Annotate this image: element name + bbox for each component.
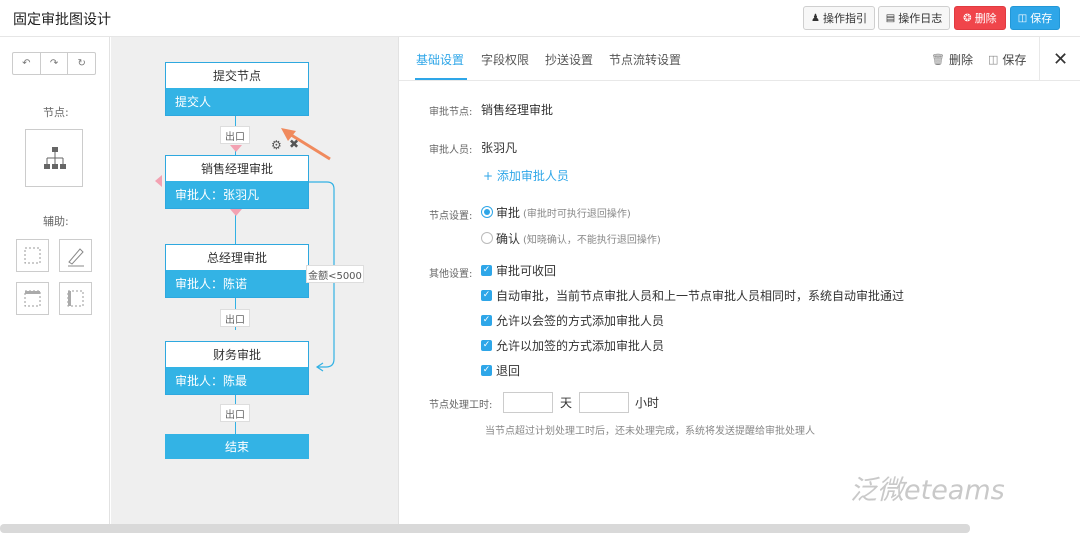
pen-icon: [68, 248, 84, 267]
delete-button[interactable]: ❂ 删除: [954, 6, 1006, 30]
hours-unit: 小时: [635, 396, 660, 410]
node-title: 提交节点: [166, 63, 308, 88]
lifebuoy-icon: ❂: [963, 12, 972, 24]
option-checkbox[interactable]: ✓: [481, 315, 492, 326]
option-checkbox[interactable]: ✓: [481, 265, 492, 276]
confirm-radio-text: 确认: [496, 232, 521, 246]
sidebar-box-tool[interactable]: [59, 282, 92, 315]
days-input[interactable]: [503, 392, 553, 413]
tab-bar: 基础设置 字段权限 抄送设置 节点流转设置 🗑 删除 ◫ 保存 ✕: [399, 37, 1080, 81]
tool-panel: ↶ ↷ ↻ 节点: 辅助:: [0, 37, 110, 533]
condition-label[interactable]: 金额<5000: [306, 265, 364, 283]
horizontal-scrollbar[interactable]: [0, 524, 970, 533]
tab-flow-transfer[interactable]: 节点流转设置: [609, 51, 681, 68]
confirm-radio-hint: (知晓确认，不能执行退回操作): [523, 235, 661, 246]
option-label: 允许以加签的方式添加审批人员: [496, 339, 665, 353]
node-body: 审批人：陈最: [166, 367, 308, 394]
user-icon: ♟: [811, 12, 820, 24]
log-button[interactable]: ▤ 操作日志: [878, 6, 950, 30]
guide-button[interactable]: ♟ 操作指引: [803, 6, 875, 30]
node-body: 提交人: [166, 88, 308, 115]
approve-radio-hint: (审批时可执行退回操作): [523, 209, 631, 220]
node-body: 审批人：陈诺: [166, 270, 308, 297]
flow-node-finance[interactable]: 财务审批 审批人：陈最: [165, 341, 309, 395]
flow-node-general-manager[interactable]: 总经理审批 审批人：陈诺: [165, 244, 309, 298]
save-icon: ◫: [988, 53, 999, 66]
top-header: 固定审批图设计 ♟ 操作指引 ▤ 操作日志 ❂ 删除 ◫ 保存: [0, 0, 1080, 37]
confirm-radio[interactable]: [481, 232, 493, 244]
approve-radio-text: 审批: [496, 206, 521, 220]
node-setting-label: 节点设置:: [429, 211, 473, 222]
header-rect-icon: [24, 290, 41, 307]
undo-icon[interactable]: ↶: [13, 53, 41, 74]
option-label: 自动审批，当前节点审批人员和上一节点审批人员相同时，系统自动审批通过: [496, 289, 905, 303]
refresh-icon[interactable]: ↻: [68, 53, 95, 74]
exit-label: 出口: [220, 404, 250, 422]
time-hint: 当节点超过计划处理工时后，还未处理完成，系统将发送提醒给审批处理人: [485, 426, 815, 437]
sidebar-rect-icon: [67, 290, 84, 307]
close-icon[interactable]: ✖: [289, 137, 299, 151]
approver-field-label: 审批人员:: [429, 145, 473, 156]
log-icon: ▤: [885, 12, 896, 24]
gear-icon[interactable]: ⚙: [271, 138, 282, 152]
flow-node-sales-manager[interactable]: 销售经理审批 审批人：张羽凡: [165, 155, 309, 209]
settings-panel: 基础设置 字段权限 抄送设置 节点流转设置 🗑 删除 ◫ 保存 ✕ 审批节点: …: [398, 37, 1080, 533]
flow-canvas[interactable]: 提交节点 提交人 出口 ⚙ ✖ 销售经理审批 审批人：张羽凡 总经理审批 审批人…: [111, 37, 398, 533]
log-button-label: 操作日志: [898, 12, 943, 25]
approve-radio-label: 审批 (审批时可执行退回操作): [496, 204, 631, 221]
approve-radio[interactable]: [481, 206, 493, 218]
tab-field-permission[interactable]: 字段权限: [481, 51, 529, 68]
node-field-label: 审批节点:: [429, 107, 473, 118]
time-label: 节点处理工时:: [429, 400, 493, 411]
dashed-box-tool[interactable]: [16, 239, 49, 272]
tab-cc[interactable]: 抄送设置: [545, 51, 593, 68]
panel-save-label: 保存: [1002, 53, 1027, 67]
flow-node-submit[interactable]: 提交节点 提交人: [165, 62, 309, 116]
node-field-value: 销售经理审批: [481, 103, 554, 117]
redo-icon[interactable]: ↷: [41, 53, 69, 74]
flow-node-end[interactable]: 结束: [165, 434, 309, 459]
org-chart-icon: [44, 147, 66, 169]
days-unit: 天: [560, 396, 573, 410]
node-title: 销售经理审批: [166, 156, 308, 181]
page-title: 固定审批图设计: [13, 12, 111, 28]
option-checkbox[interactable]: ✓: [481, 340, 492, 351]
save-button-label: 保存: [1030, 12, 1053, 25]
tab-basic[interactable]: 基础设置: [416, 51, 464, 68]
panel-delete-label: 删除: [948, 53, 973, 67]
option-checkbox[interactable]: ✓: [481, 290, 492, 301]
approver-name: 张羽凡: [481, 141, 518, 155]
close-icon[interactable]: ✕: [1039, 37, 1080, 81]
node-section-label: 节点:: [43, 106, 69, 119]
option-label: 允许以会签的方式添加审批人员: [496, 314, 665, 328]
panel-save-button[interactable]: ◫ 保存: [988, 51, 1026, 68]
save-icon: ◫: [1017, 12, 1028, 24]
confirm-radio-label: 确认 (知晓确认，不能执行退回操作): [496, 230, 661, 247]
hours-input[interactable]: [579, 392, 629, 413]
node-title: 财务审批: [166, 342, 308, 367]
delete-button-label: 删除: [974, 12, 997, 25]
panel-delete-button[interactable]: 🗑 删除: [931, 51, 973, 68]
option-checkbox[interactable]: ✓: [481, 365, 492, 376]
aux-section-label: 辅助:: [43, 215, 69, 228]
option-label: 审批可收回: [496, 264, 557, 278]
node-body: 审批人：张羽凡: [166, 181, 308, 208]
trash-icon: 🗑: [931, 53, 945, 66]
add-approver-link[interactable]: + 添加审批人员: [483, 167, 569, 184]
other-settings-label: 其他设置:: [429, 269, 473, 280]
active-tab-indicator: [415, 78, 467, 80]
dashed-rect-icon: [24, 247, 41, 264]
header-box-tool[interactable]: [16, 282, 49, 315]
node-tool[interactable]: [25, 129, 83, 187]
guide-button-label: 操作指引: [822, 12, 867, 25]
exit-label: 出口: [220, 309, 250, 327]
option-label: 退回: [496, 364, 521, 378]
history-button-group: ↶ ↷ ↻: [12, 52, 96, 75]
pen-tool[interactable]: [59, 239, 92, 272]
node-title: 总经理审批: [166, 245, 308, 270]
save-button[interactable]: ◫ 保存: [1010, 6, 1060, 30]
exit-label: 出口: [220, 126, 250, 144]
watermark-logo: 泛微eteams: [850, 475, 1005, 506]
